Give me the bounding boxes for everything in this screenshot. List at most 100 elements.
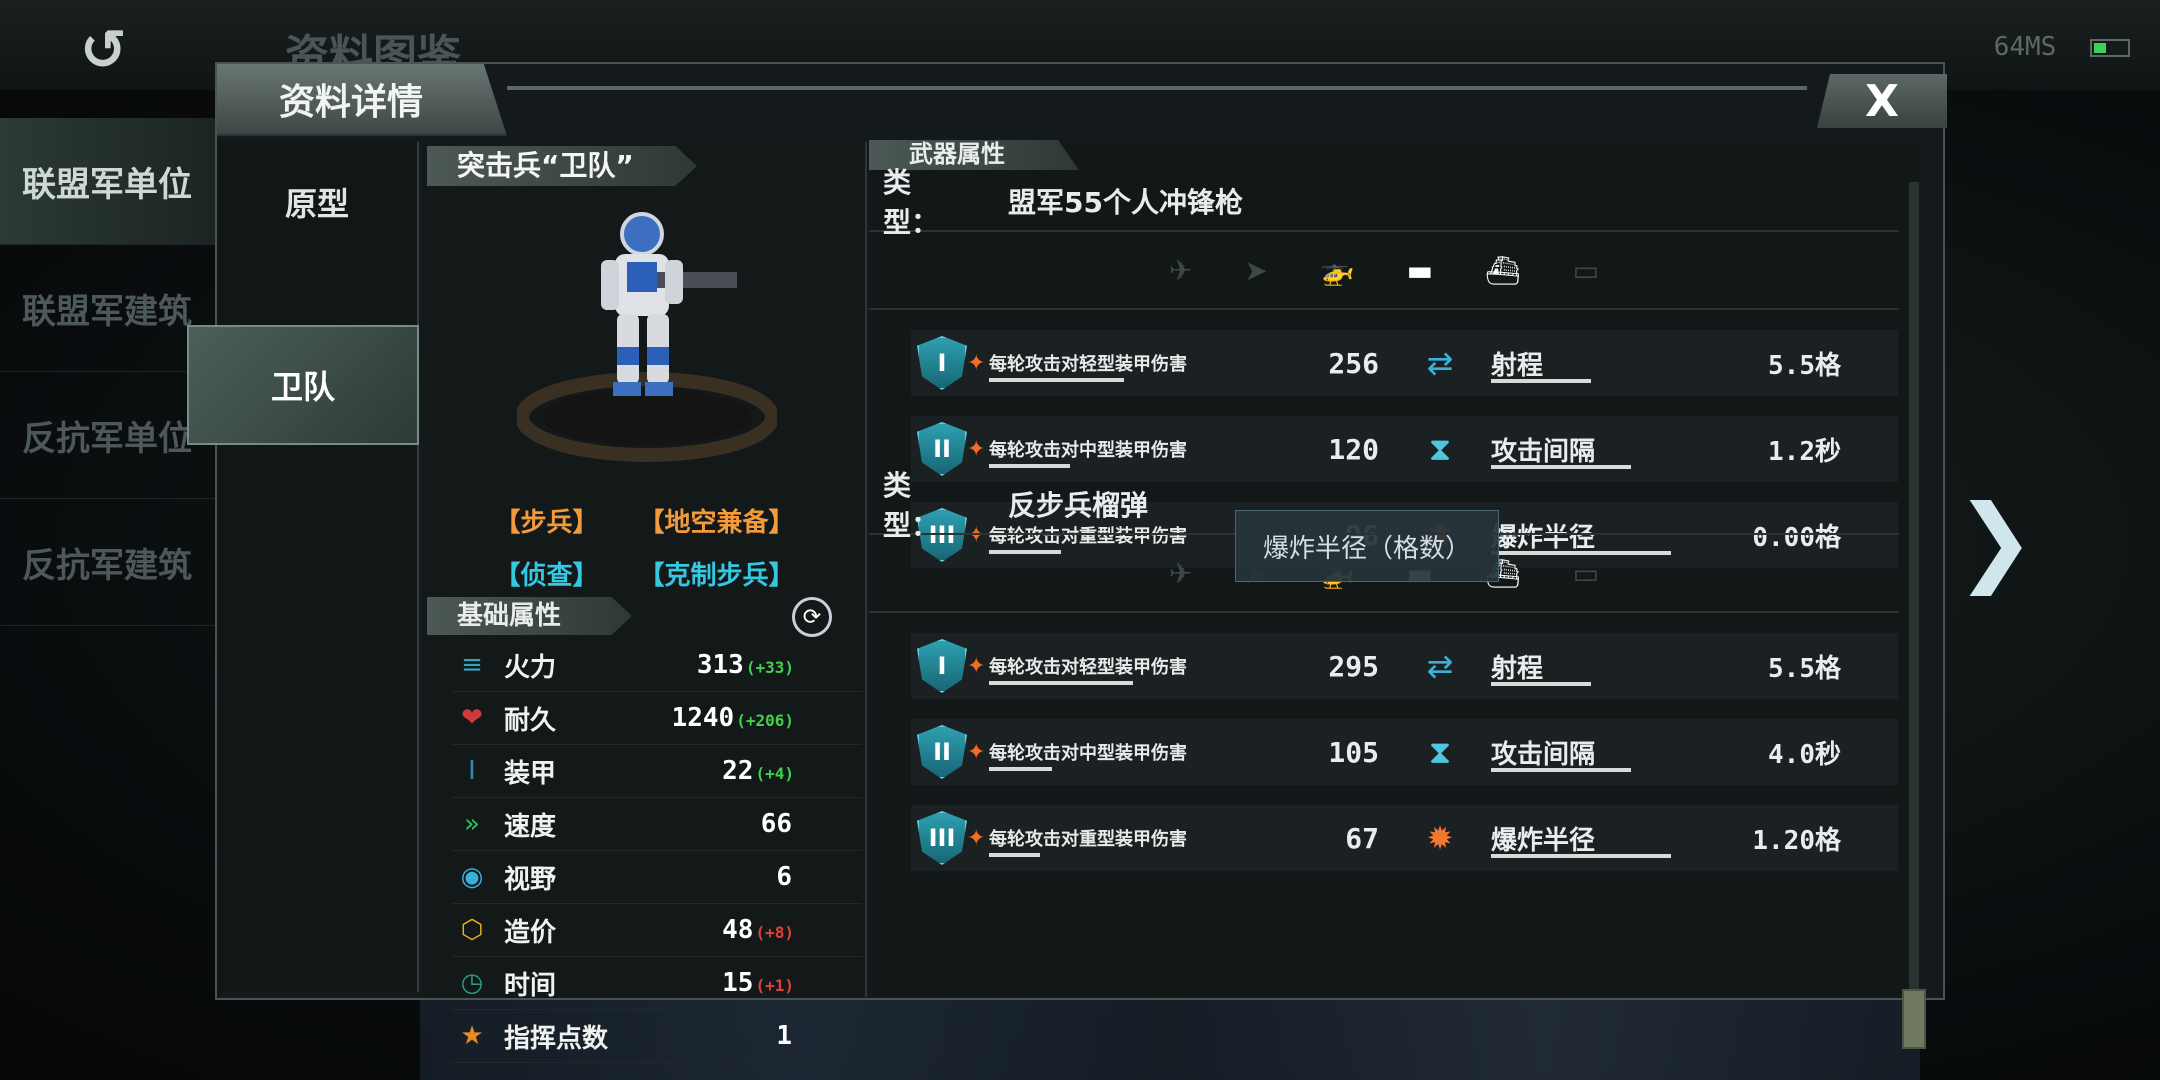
- attribute-value: 4.0秒: [1768, 739, 1841, 770]
- attribute-bar: [1491, 767, 1631, 772]
- damage-bar: [989, 378, 1124, 382]
- tag-ground-air: 【地空兼备】: [638, 508, 795, 538]
- attribute-label[interactable]: 射程: [1491, 345, 1661, 383]
- blast-radius-icon: ✹: [1426, 819, 1454, 857]
- sidebar-item-alliance-units[interactable]: 联盟军单位: [0, 118, 220, 245]
- attribute-value: 5.5格: [1768, 653, 1841, 684]
- attribute-label-text: 射程: [1491, 653, 1544, 684]
- tag-counter-infantry: 【克制步兵】: [638, 561, 795, 591]
- attribute-bar: [1491, 853, 1671, 858]
- damage-value: 120: [1328, 432, 1379, 466]
- damage-label-text: 每轮攻击对重型装甲伤害: [989, 829, 1187, 850]
- target-type-icons: ✈ ➤ 🚁 ▬ ⛴ ▭: [869, 232, 1899, 310]
- ping-text: 64MS: [1993, 32, 2057, 62]
- armor-class-icon: II: [917, 725, 967, 779]
- status-bar: 64MS: [1994, 32, 2130, 62]
- clock-icon: ◷: [460, 968, 484, 998]
- flame-icon: ✦: [967, 436, 986, 462]
- armor-shield-icon: Ⅰ: [468, 756, 476, 786]
- unit-name: 突击兵“卫队”: [427, 146, 697, 186]
- stat-bonus: (+1): [755, 976, 794, 995]
- attribute-label[interactable]: 攻击间隔: [1491, 734, 1661, 772]
- stat-bonus: (+33): [745, 658, 794, 677]
- variant-tabs: 原型 卫队: [187, 142, 419, 992]
- attribute-value: 1.20格: [1752, 825, 1841, 856]
- weapon-type-name: 反步兵榴弹: [1008, 489, 1149, 522]
- stat-number: 22: [722, 756, 754, 786]
- attribute-label[interactable]: 攻击间隔: [1491, 431, 1661, 469]
- scroll-thumb[interactable]: [1902, 989, 1926, 1049]
- damage-row: II ✦ 每轮攻击对中型装甲伤害 120 ⧗ 攻击间隔 1.2秒: [911, 416, 1898, 482]
- refresh-icon[interactable]: ⟳: [792, 597, 832, 637]
- attribute-bar: [1491, 378, 1591, 383]
- attribute-label[interactable]: 爆炸半径: [1491, 820, 1671, 858]
- attribute-value: 1.2秒: [1768, 436, 1841, 467]
- range-icon: ⇄: [1426, 647, 1454, 685]
- damage-label: 每轮攻击对轻型装甲伤害: [989, 653, 1289, 685]
- tag-recon: 【侦查】: [494, 561, 599, 591]
- tab-prototype[interactable]: 原型: [217, 142, 417, 262]
- submarine-icon: ▭: [1572, 253, 1600, 287]
- cost-cube-icon: ⬡: [460, 915, 484, 945]
- range-icon: ⇄: [1426, 344, 1454, 382]
- close-button[interactable]: X: [1817, 74, 1947, 128]
- base-attributes-header: 基础属性: [427, 597, 632, 635]
- damage-row: III ✦ 每轮攻击对重型装甲伤害 67 ✹ 爆炸半径 1.20格: [911, 805, 1898, 871]
- weapon-type-line: 类 型： 盟军55个人冲锋枪: [869, 166, 1899, 239]
- attribute-label[interactable]: 射程: [1491, 648, 1661, 686]
- detail-dialog: 资料详情 X 原型 卫队 突击兵“卫队” 【步兵】 【地空兼备】 【侦查】 【克…: [187, 62, 1947, 1063]
- unit-panel: 突击兵“卫队” 【步兵】 【地空兼备】 【侦查】 【克制步兵】 基础属性 ⟳ ≡…: [422, 142, 867, 1063]
- damage-label-text: 每轮攻击对中型装甲伤害: [989, 743, 1187, 764]
- attribute-label-text: 爆炸半径: [1491, 825, 1596, 856]
- armor-class-icon: I: [917, 639, 967, 693]
- damage-row: I ✦ 每轮攻击对轻型装甲伤害 256 ⇄ 射程 5.5格: [911, 330, 1898, 396]
- back-arrow-icon[interactable]: ↺: [80, 18, 170, 83]
- damage-label-text: 每轮攻击对轻型装甲伤害: [989, 657, 1187, 678]
- stat-label: 耐久: [504, 705, 557, 736]
- battery-icon: [2090, 39, 2130, 57]
- stat-label: 火力: [504, 652, 557, 683]
- attribute-label-text: 攻击间隔: [1491, 739, 1596, 770]
- damage-label: 每轮攻击对中型装甲伤害: [989, 436, 1289, 468]
- damage-label: 每轮攻击对中型装甲伤害: [989, 739, 1289, 771]
- tag-infantry: 【步兵】: [494, 508, 599, 538]
- stat-value: 6: [654, 862, 794, 892]
- damage-label-text: 每轮攻击对中型装甲伤害: [989, 440, 1187, 461]
- stat-number: 48: [722, 915, 754, 945]
- hourglass-icon: ⧗: [1428, 429, 1452, 468]
- stat-value: 313 (+33): [654, 650, 794, 680]
- stat-number: 15: [722, 968, 754, 998]
- attribute-label-text: 攻击间隔: [1491, 436, 1596, 467]
- damage-bar: [989, 767, 1052, 771]
- sidebar-item-rebel-buildings[interactable]: 反抗军建筑: [0, 499, 220, 626]
- star-icon: ★: [460, 1021, 484, 1051]
- dialog-title: 资料详情: [217, 64, 507, 136]
- next-arrow-icon[interactable]: ❯: [1955, 492, 2035, 588]
- tab-guard[interactable]: 卫队: [187, 325, 419, 445]
- stat-number: 6: [776, 862, 792, 892]
- damage-label: 每轮攻击对重型装甲伤害: [989, 825, 1289, 857]
- damage-value: 295: [1328, 649, 1379, 683]
- stat-bonus: (+8): [755, 923, 794, 942]
- unit-tags: 【步兵】 【地空兼备】 【侦查】 【克制步兵】: [422, 502, 867, 608]
- stat-bonus: (+4): [755, 764, 794, 783]
- stat-row: ★ 指挥点数 1: [452, 1010, 862, 1063]
- damage-bar: [989, 853, 1040, 857]
- flame-icon: ✦: [967, 825, 986, 851]
- hourglass-icon: ⧗: [1428, 732, 1452, 771]
- dialog-divider: [507, 86, 1807, 90]
- flame-icon: ✦: [967, 653, 986, 679]
- damage-value: 105: [1328, 735, 1379, 769]
- stat-row: Ⅰ 装甲 22 (+4): [452, 745, 862, 798]
- damage-value: 67: [1345, 821, 1379, 855]
- stat-number: 66: [760, 809, 792, 839]
- scrollbar[interactable]: [1909, 182, 1919, 992]
- attribute-bar: [1491, 464, 1631, 469]
- stat-label: 视野: [504, 864, 557, 895]
- speed-chevron-icon: »: [464, 809, 480, 839]
- stat-number: 1240: [671, 703, 735, 733]
- stat-label: 造价: [504, 917, 557, 948]
- stat-value: 1: [654, 1021, 794, 1051]
- jet-icon: ✈: [1168, 556, 1193, 590]
- firepower-icon: ≡: [461, 650, 483, 680]
